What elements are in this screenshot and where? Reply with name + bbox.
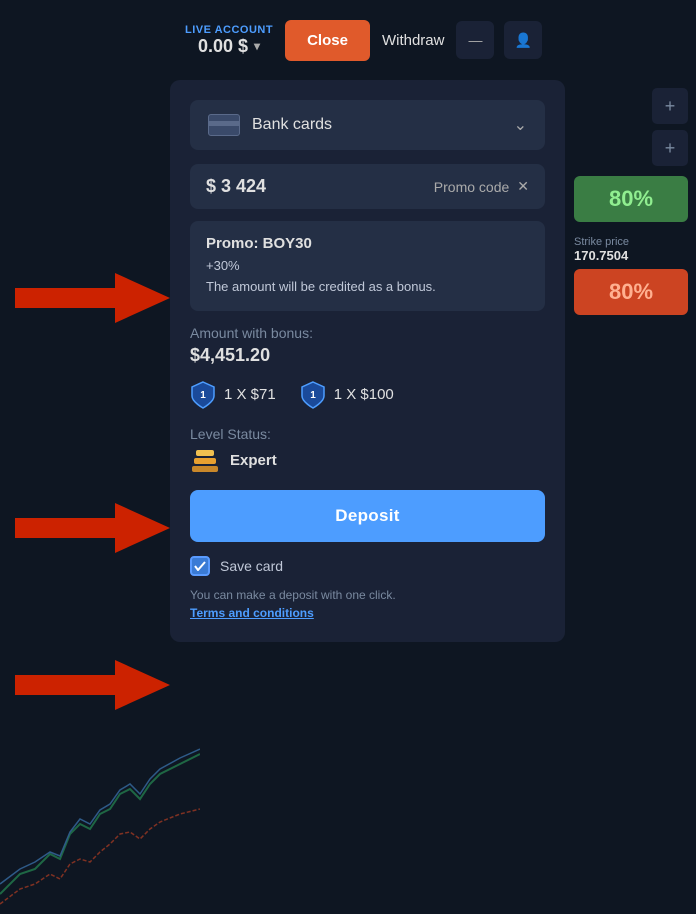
header: LIVE ACCOUNT 0.00 $ ▾ Close Withdraw — 👤 [0,0,696,80]
withdraw-button[interactable]: Withdraw [382,32,445,49]
strike-price-value: 170.7504 [574,248,688,263]
bonus-section: Amount with bonus: $4,451.20 [190,325,545,366]
svg-text:1: 1 [310,390,316,401]
orange-percentage-box: 80% [574,269,688,315]
green-percentage-box: 80% [574,176,688,222]
level-section: Level Status: Expert [190,426,545,474]
promo-description: The amount will be credited as a bonus. [206,277,529,297]
promo-close-icon[interactable]: ✕ [517,178,529,195]
live-account-block: LIVE ACCOUNT 0.00 $ ▾ [185,24,273,57]
bonus-amount: $4,451.20 [190,345,545,366]
live-account-label: LIVE ACCOUNT [185,24,273,36]
save-card-row: Save card [190,556,545,576]
promo-code-label: Promo code [434,179,509,195]
chart-bg [0,714,200,914]
payment-left: Bank cards [208,114,332,136]
shield-icon-2: 1 [300,380,326,410]
terms-note: You can make a deposit with one click. T… [190,586,545,622]
header-icons: — 👤 [456,21,542,59]
svg-text:1: 1 [200,390,206,401]
checkbox-check-icon [194,561,206,571]
red-arrow-1 [15,268,175,328]
card-icon [208,114,240,136]
promo-section: Promo code ✕ [434,178,529,195]
red-arrow-3 [15,655,175,715]
bonus-label: Amount with bonus: [190,325,545,341]
payment-label: Bank cards [252,116,332,134]
level-name: Expert [230,452,277,469]
user-button[interactable]: 👤 [504,21,542,59]
expert-level-icon [190,448,220,474]
level-status-label: Level Status: [190,426,545,442]
badge-1-text: 1 X $71 [224,386,276,403]
add-button-1[interactable]: + [652,88,688,124]
strike-price-label: Strike price [574,236,688,248]
minus-icon: — [468,32,482,48]
promo-percent: +30% [206,258,529,273]
terms-note-text: You can make a deposit with one click. [190,588,396,602]
amount-row: $ 3 424 Promo code ✕ [190,164,545,209]
badge-2-text: 1 X $100 [334,386,394,403]
user-icon: 👤 [515,32,532,49]
badge-item-2: 1 1 X $100 [300,380,394,410]
right-panel: + + 80% Strike price 170.7504 80% [566,80,696,323]
balance-value: 0.00 $ [198,36,248,57]
save-card-label: Save card [220,558,283,574]
promo-title: Promo: BOY30 [206,235,529,252]
add-button-2[interactable]: + [652,130,688,166]
level-value: Expert [190,448,545,474]
payment-method-selector[interactable]: Bank cards ⌄ [190,100,545,150]
close-button[interactable]: Close [285,20,370,61]
balance-chevron[interactable]: ▾ [254,39,260,53]
terms-link[interactable]: Terms and conditions [190,606,314,620]
red-arrow-2 [15,498,175,558]
live-account-balance: 0.00 $ ▾ [198,36,260,57]
minimize-button[interactable]: — [456,21,494,59]
shield-icon-1: 1 [190,380,216,410]
save-card-checkbox[interactable] [190,556,210,576]
chevron-down-icon: ⌄ [514,115,527,135]
deposit-panel: Bank cards ⌄ $ 3 424 Promo code ✕ Promo:… [170,80,565,642]
amount-value: $ 3 424 [206,176,266,197]
badge-item-1: 1 1 X $71 [190,380,276,410]
badges-row: 1 1 X $71 1 1 X $100 [190,380,545,410]
promo-info-box: Promo: BOY30 +30% The amount will be cre… [190,221,545,311]
deposit-button[interactable]: Deposit [190,490,545,542]
